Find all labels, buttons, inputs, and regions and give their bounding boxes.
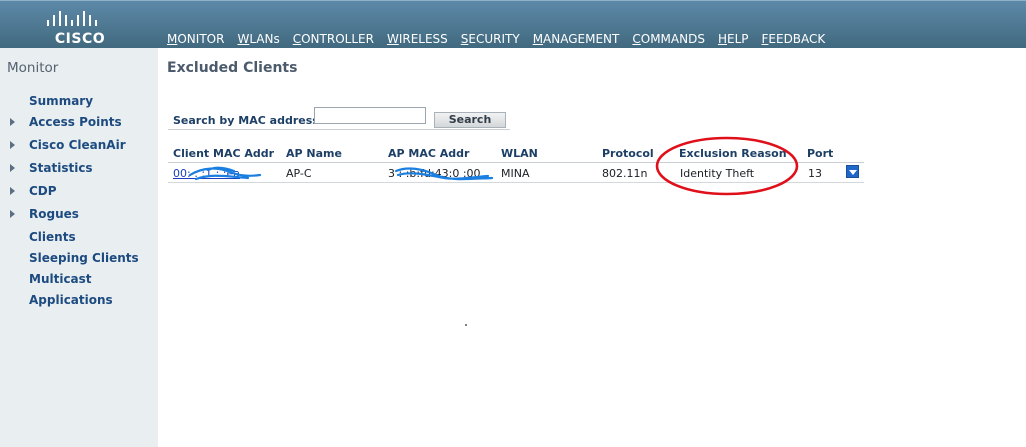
cisco-bridge-icon (47, 11, 97, 26)
exclusion-reason-cell: Identity Theft (680, 167, 755, 180)
search-label: Search by MAC address (173, 114, 319, 127)
ap-mac-cell: 3 : :b:fd:43:0 :00 (388, 167, 481, 180)
nav-commands[interactable]: COMMANDS (632, 32, 705, 48)
header-client-mac: Client MAC Addr (173, 147, 275, 160)
port-cell: 13 (808, 167, 822, 180)
sidebar-item-sleeping-clients[interactable]: Sleeping Clients (10, 251, 139, 267)
sidebar-item-applications[interactable]: Applications (10, 293, 113, 309)
expand-arrow-icon[interactable] (10, 186, 15, 195)
sidebar-title: Monitor (7, 60, 59, 76)
main-nav: MONITOR WLANs CONTROLLER WIRELESS SECURI… (167, 32, 838, 48)
header-protocol: Protocol (602, 147, 654, 160)
nav-security[interactable]: SECURITY (461, 32, 520, 48)
cisco-logo[interactable]: CISCO (40, 7, 120, 47)
header-exclusion-reason: Exclusion Reason (679, 147, 787, 160)
header-port: Port (807, 147, 834, 160)
search-form: Search by MAC address Search (168, 104, 510, 130)
sidebar-item-rogues[interactable]: Rogues (10, 207, 79, 223)
nav-monitor[interactable]: MONITOR (167, 32, 224, 48)
sidebar-item-clients[interactable]: Clients (10, 230, 76, 246)
client-mac-link[interactable]: 00: : :1 : :ea (173, 167, 240, 180)
nav-controller[interactable]: CONTROLLER (293, 32, 374, 48)
page-title: Excluded Clients (167, 60, 298, 76)
wlan-cell: MINA (501, 167, 530, 180)
expand-arrow-icon[interactable] (10, 140, 15, 149)
sidebar-item-statistics[interactable]: Statistics (10, 161, 93, 177)
protocol-cell: 802.11n (602, 167, 648, 180)
mac-search-input[interactable] (314, 107, 426, 124)
nav-management[interactable]: MANAGEMENT (533, 32, 620, 48)
expand-arrow-icon[interactable] (10, 163, 15, 172)
expand-arrow-icon[interactable] (10, 117, 15, 126)
nav-wireless[interactable]: WIRELESS (387, 32, 448, 48)
nav-wlans[interactable]: WLANs (237, 32, 279, 48)
stray-pixel (465, 324, 467, 326)
header-ap-mac: AP MAC Addr (388, 147, 470, 160)
nav-help[interactable]: HELP (718, 32, 749, 48)
sidebar: Monitor Summary Access Points Cisco Clea… (0, 48, 158, 447)
sidebar-item-summary[interactable]: Summary (10, 94, 93, 110)
row-action-dropdown-icon[interactable] (846, 165, 859, 178)
nav-feedback[interactable]: FEEDBACK (762, 32, 826, 48)
ap-name-cell: AP-C (286, 167, 312, 180)
sidebar-item-access-points[interactable]: Access Points (10, 115, 122, 131)
top-banner: CISCO MONITOR WLANs CONTROLLER WIRELESS … (0, 0, 1026, 48)
header-wlan: WLAN (501, 147, 538, 160)
sidebar-item-multicast[interactable]: Multicast (10, 272, 92, 288)
table-row: 00: : :1 : :ea AP-C 3 : :b:fd:43:0 :00 M… (168, 163, 864, 183)
expand-arrow-icon[interactable] (10, 209, 15, 218)
sidebar-item-cdp[interactable]: CDP (10, 184, 57, 200)
logo-text: CISCO (54, 31, 106, 47)
excluded-clients-table: Client MAC Addr AP Name AP MAC Addr WLAN… (168, 145, 864, 183)
table-header: Client MAC Addr AP Name AP MAC Addr WLAN… (168, 145, 864, 163)
header-ap-name: AP Name (286, 147, 342, 160)
search-button[interactable]: Search (434, 112, 506, 128)
sidebar-item-cisco-cleanair[interactable]: Cisco CleanAir (10, 138, 126, 154)
